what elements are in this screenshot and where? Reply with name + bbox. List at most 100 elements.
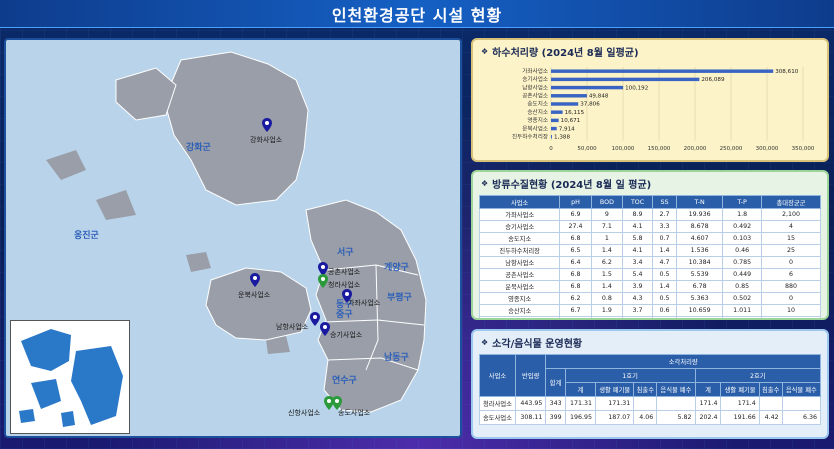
x-tick-label: 200,000 xyxy=(684,146,707,152)
value-label: 1,388 xyxy=(554,135,570,141)
table-cell: 공촌사업소 xyxy=(478,268,561,281)
pin-icon-ganghwa[interactable] xyxy=(262,118,272,132)
table-cell: 171.31 xyxy=(564,396,597,411)
table-cell: 2,100 xyxy=(760,208,822,221)
table-cell: 9 xyxy=(590,208,624,221)
category-label: 가좌사업소 xyxy=(522,67,548,75)
pin-icon-unbuk[interactable] xyxy=(250,273,260,287)
category-label: 영종지소 xyxy=(527,116,548,124)
table-cell xyxy=(758,396,783,411)
table-cell: 7.999 xyxy=(675,316,724,318)
table-cell xyxy=(633,396,658,411)
pin-icon-seunggi[interactable] xyxy=(320,322,330,336)
category-label: 승기사업소 xyxy=(522,75,548,83)
region-label-namdong: 남동구 xyxy=(384,353,409,363)
table-cell: 5.4 xyxy=(622,268,653,281)
incin-sub-sum-1: 계 xyxy=(564,382,597,397)
table-cell: 920 xyxy=(760,316,822,318)
table-cell: 가좌사업소 xyxy=(478,208,561,221)
bar xyxy=(551,69,774,73)
region-label-jung: 중구 xyxy=(336,310,353,320)
incin-sub-leachate-2: 침출수 xyxy=(758,382,783,397)
bar xyxy=(551,94,587,98)
pin-icon-cheongna[interactable] xyxy=(318,274,328,288)
incin-head-capacity: 반입량 xyxy=(514,354,547,397)
site-label-sinhang: 신항사업소 xyxy=(288,409,321,417)
incin-sub-living-2: 생활 폐기물 xyxy=(720,382,760,397)
page-title: 인천환경공단 시설 현황 xyxy=(331,5,503,25)
table-cell: 1.4 xyxy=(652,244,677,257)
map-panel[interactable]: 강화군 옹진군 서구 계양구 부평구 동구 중구 남동구 연수구 강화사업소 공… xyxy=(4,38,462,438)
bar xyxy=(551,118,559,123)
table-row: 진두하수처리장 6.5 1.4 4.1 1.4 1.536 0.46 25 xyxy=(478,244,822,257)
table-cell: 0.785 xyxy=(722,256,762,269)
value-label: 10,671 xyxy=(561,118,581,124)
table-cell: 308.11 xyxy=(514,410,547,425)
table-cell: 승산지소 xyxy=(478,304,561,317)
table-cell: 송도지소 xyxy=(478,232,561,245)
table-cell: 6 xyxy=(760,268,822,281)
table-cell: 3.4 xyxy=(622,256,653,269)
table-cell: 6.5 xyxy=(559,244,592,257)
table-cell: 1.5 xyxy=(590,268,624,281)
category-label: 송도지소 xyxy=(527,100,548,108)
table-cell: 0.502 xyxy=(722,292,762,305)
incin-sub-food-1: 음식물 폐수 xyxy=(656,382,696,397)
table-cell: 6.2 xyxy=(590,256,624,269)
bar xyxy=(551,102,579,106)
region-label-bupyeong: 부평구 xyxy=(387,293,412,303)
table-cell: 0 xyxy=(760,256,822,269)
table-cell: 443.95 xyxy=(514,396,547,411)
column-header: T-P xyxy=(722,195,762,209)
pin-icon-namhang[interactable] xyxy=(310,312,320,326)
table-cell: 4.1 xyxy=(622,244,653,257)
incin-sub-leachate-1: 침출수 xyxy=(633,382,658,397)
island-small-c xyxy=(186,252,211,272)
table-cell: 196.95 xyxy=(564,410,597,425)
site-label-unbuk: 운북사업소 xyxy=(238,291,271,299)
island-west-b xyxy=(96,190,136,220)
x-tick-label: 0 xyxy=(549,146,553,152)
table-cell: 343 xyxy=(545,396,566,411)
table-cell: 0.103 xyxy=(722,232,762,245)
table-cell: 0.8 xyxy=(590,292,624,305)
incineration-heading: 소각/음식물 운영현황 xyxy=(492,339,583,350)
incineration-table: 사업소 반입량 소각처리량 합계 1호기 2호기 계 생활 폐기물 침출수 음식… xyxy=(479,354,822,425)
table-cell: 0.46 xyxy=(722,244,762,257)
table-cell: 6.9 xyxy=(559,208,592,221)
table-cell: 6.8 xyxy=(559,280,592,293)
table-cell: 1.8 xyxy=(652,316,677,318)
value-label: 16,115 xyxy=(565,110,585,116)
table-cell: 5.539 xyxy=(675,268,724,281)
ganghwa-north-shape xyxy=(115,67,177,121)
site-label-gongchon: 공촌사업소 xyxy=(328,268,361,276)
table-cell: 171.4 xyxy=(720,396,760,411)
x-tick-label: 150,000 xyxy=(648,146,671,152)
bar xyxy=(551,85,624,90)
table-row: 송도지소 6.8 1 5.8 0.7 4.607 0.103 15 xyxy=(478,232,822,245)
value-label: 308,610 xyxy=(775,69,799,75)
sewage-heading: 하수처리량 (2024년 8월 일평균) xyxy=(492,48,639,59)
table-cell: 25 xyxy=(760,244,822,257)
incin-head-total: 합계 xyxy=(545,368,566,397)
bar xyxy=(551,126,557,131)
table-cell: 4 xyxy=(760,220,822,233)
table-cell: 6.8 xyxy=(559,232,592,245)
incin-head-unit2: 2호기 xyxy=(694,368,822,383)
table-cell: 진두하수처리장 xyxy=(478,244,561,257)
table-row: 청라사업소 443.95 343 171.31 171.31 171.4 171.4 xyxy=(479,396,822,411)
table-cell: 2.7 xyxy=(652,208,677,221)
table-cell: 4.42 xyxy=(758,410,783,425)
table-cell: 187.07 xyxy=(595,410,635,425)
table-cell: 승기사업소 xyxy=(478,220,561,233)
table-cell: 191.66 xyxy=(720,410,760,425)
value-label: 7,914 xyxy=(559,126,575,132)
table-cell: 0 xyxy=(760,292,822,305)
table-row: 남항사업소 6.4 6.2 3.4 4.7 10.384 0.785 0 xyxy=(478,256,822,269)
column-header: pH xyxy=(559,195,592,209)
table-cell: 171.4 xyxy=(694,396,722,411)
table-row: 강화사업소726.11.87.9990.49920 xyxy=(478,316,822,318)
table-cell: 5.363 xyxy=(675,292,724,305)
table-cell: 2 xyxy=(590,316,624,318)
water-quality-table: 사업소 pH BOD TOC SS T-N T-P 총대장균군 가좌사업소 6.9 9 8.9 2.7… xyxy=(478,195,822,318)
